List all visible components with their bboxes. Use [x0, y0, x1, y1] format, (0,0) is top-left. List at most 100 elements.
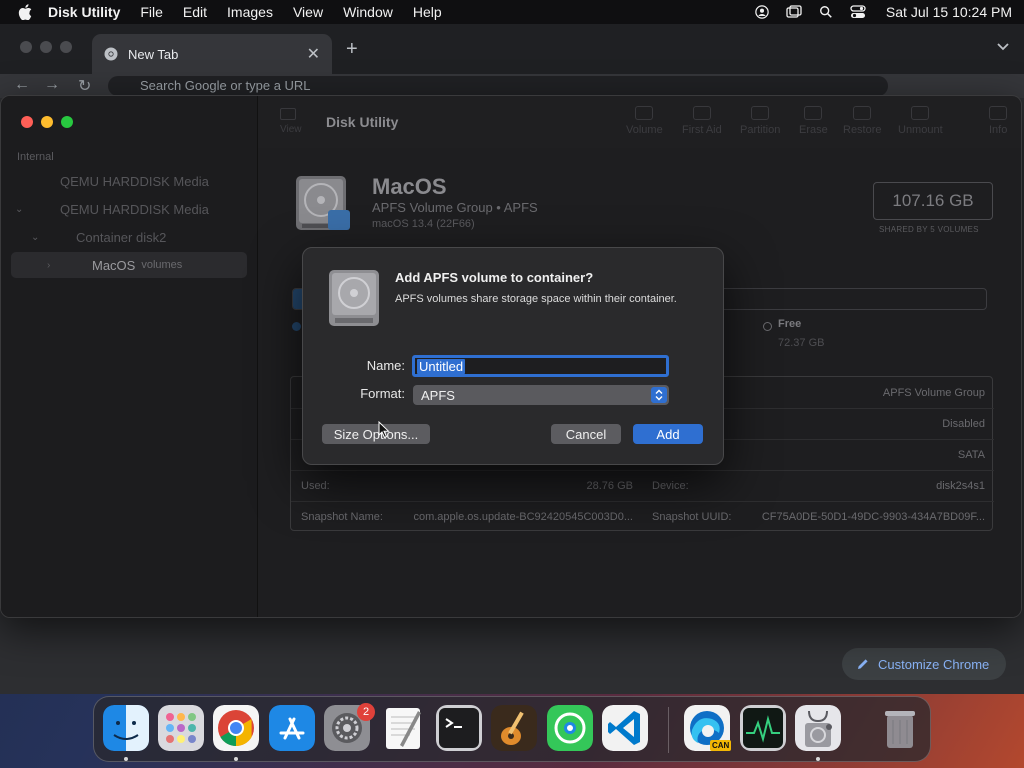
customize-chrome-button[interactable]: Customize Chrome	[842, 648, 1006, 680]
running-indicator	[124, 757, 128, 761]
info-cell: Snapshot Name: com.apple.os.update-BC9242…	[301, 501, 633, 532]
first-aid-button[interactable]: First Aid	[682, 106, 722, 136]
format-value: APFS	[421, 387, 455, 403]
volume-button[interactable]: Volume	[626, 106, 663, 136]
format-label: Format:	[360, 386, 405, 401]
menu-bar-clock[interactable]: Sat Jul 15 10:24 PM	[886, 4, 1012, 20]
capacity-shared-note: SHARED BY 5 VOLUMES	[879, 225, 979, 234]
cancel-button[interactable]: Cancel	[551, 424, 621, 444]
terminal-icon[interactable]	[436, 705, 482, 751]
reload-icon[interactable]: ↻	[78, 76, 91, 96]
unmount-button[interactable]: Unmount	[898, 106, 943, 136]
dock-separator	[668, 707, 669, 753]
disk-utility-icon[interactable]	[795, 705, 841, 751]
info-button[interactable]: Info	[989, 106, 1007, 136]
running-indicator	[816, 757, 820, 761]
format-select[interactable]: APFS	[413, 385, 669, 405]
partition-button[interactable]: Partition	[740, 106, 780, 136]
volume-name-value: Untitled	[417, 358, 466, 374]
launchpad-icon[interactable]	[158, 705, 204, 751]
garageband-icon[interactable]	[491, 705, 537, 751]
tab-search-chevron-icon[interactable]	[996, 40, 1010, 54]
dialog-title: Add APFS volume to container?	[395, 270, 594, 285]
running-indicator	[234, 757, 238, 761]
sidebar-item-disk[interactable]: QEMU HARDDISK Media	[11, 168, 247, 194]
menu-window[interactable]: Window	[343, 4, 393, 20]
view-button[interactable]: View	[280, 108, 302, 135]
control-center-icon[interactable]	[850, 5, 866, 19]
customize-chrome-label: Customize Chrome	[878, 656, 990, 672]
minimize-window-button[interactable]	[41, 116, 53, 128]
close-tab-icon[interactable]: ✕	[307, 44, 320, 64]
disclosure-chevron-icon[interactable]: ⌄	[31, 232, 43, 243]
trash-icon[interactable]	[877, 705, 923, 751]
sidebar-item-label: QEMU HARDDISK Media	[60, 173, 209, 189]
partition-icon	[751, 106, 770, 120]
google-chrome-icon[interactable]	[213, 705, 259, 751]
view-button-label: View	[280, 124, 302, 135]
sidebar-item-macos[interactable]: › MacOS volumes	[11, 252, 247, 278]
size-options-button[interactable]: Size Options...	[322, 424, 430, 444]
disk-utility-toolbar: View Disk Utility Volume First Aid Parti…	[258, 96, 1021, 148]
restore-button[interactable]: Restore	[843, 106, 882, 136]
spotlight-search-icon[interactable]	[818, 5, 834, 19]
chrome-close-button[interactable]	[20, 41, 32, 53]
forward-arrow-icon[interactable]: →	[44, 76, 60, 94]
info-value: APFS Volume Group	[882, 386, 985, 399]
disclosure-chevron-icon[interactable]: ›	[47, 260, 59, 271]
info-value: 28.76 GB	[586, 479, 633, 492]
menu-app-name[interactable]: Disk Utility	[48, 4, 120, 20]
first-aid-button-label: First Aid	[682, 124, 722, 136]
menu-view[interactable]: View	[293, 4, 323, 20]
menu-images[interactable]: Images	[227, 4, 273, 20]
find-my-icon[interactable]	[547, 705, 593, 751]
sidebar-item-label: QEMU HARDDISK Media	[60, 201, 209, 217]
info-cell: Used: 28.76 GB	[301, 470, 633, 501]
user-account-icon[interactable]	[754, 5, 770, 19]
new-tab-plus-icon[interactable]: +	[346, 38, 358, 61]
volume-name-field[interactable]: Untitled	[412, 355, 669, 377]
notification-badge: 2	[357, 703, 375, 721]
info-cell: Snapshot UUID: CF75A0DE-50D1-49DC-9903-43…	[652, 501, 985, 532]
volume-capacity: 107.16 GB	[873, 182, 993, 220]
tab-title: New Tab	[128, 46, 179, 62]
omnibox-input[interactable]: Search Google or type a URL	[108, 76, 888, 96]
sidebar-item-disk[interactable]: ⌄ QEMU HARDDISK Media	[11, 196, 247, 222]
mouse-cursor-icon	[378, 421, 390, 439]
chrome-zoom-button[interactable]	[60, 41, 72, 53]
back-arrow-icon[interactable]: ←	[14, 76, 30, 94]
partition-button-label: Partition	[740, 124, 781, 136]
used-legend-dot	[292, 322, 301, 331]
info-value: disk2s4s1	[936, 479, 985, 492]
free-label: Free	[778, 318, 802, 330]
dock: 2 CAN	[93, 696, 931, 762]
disclosure-chevron-icon[interactable]: ⌄	[15, 204, 27, 215]
menu-help[interactable]: Help	[413, 4, 442, 20]
dialog-message: APFS volumes share storage space within …	[395, 293, 677, 305]
window-title: Disk Utility	[326, 114, 399, 130]
chrome-minimize-button[interactable]	[40, 41, 52, 53]
app-store-icon[interactable]	[269, 705, 315, 751]
finder-icon[interactable]	[103, 705, 149, 751]
screen-mirroring-icon[interactable]	[786, 5, 802, 19]
menu-file[interactable]: File	[140, 4, 163, 20]
add-button[interactable]: Add	[633, 424, 703, 444]
zoom-window-button[interactable]	[61, 116, 73, 128]
sidebar-item-container[interactable]: ⌄ Container disk2	[11, 224, 247, 250]
erase-button[interactable]: Erase	[799, 106, 828, 136]
info-label: Device:	[652, 479, 689, 492]
close-window-button[interactable]	[21, 116, 33, 128]
menu-bar: Disk Utility File Edit Images View Windo…	[0, 0, 1024, 24]
apple-menu-icon[interactable]	[18, 4, 32, 20]
textedit-icon[interactable]	[380, 705, 426, 751]
activity-monitor-icon[interactable]	[740, 705, 786, 751]
sidebar-toggle-icon	[280, 108, 296, 120]
visual-studio-code-icon[interactable]	[602, 705, 648, 751]
sidebar-item-label: Container disk2	[76, 229, 167, 245]
menu-edit[interactable]: Edit	[183, 4, 207, 20]
chrome-tab-strip: New Tab ✕ +	[0, 24, 1024, 74]
stethoscope-icon	[692, 106, 711, 120]
info-icon	[989, 106, 1008, 120]
chrome-logo-icon	[104, 47, 118, 61]
chrome-tab-new-tab[interactable]: New Tab ✕	[92, 34, 332, 74]
